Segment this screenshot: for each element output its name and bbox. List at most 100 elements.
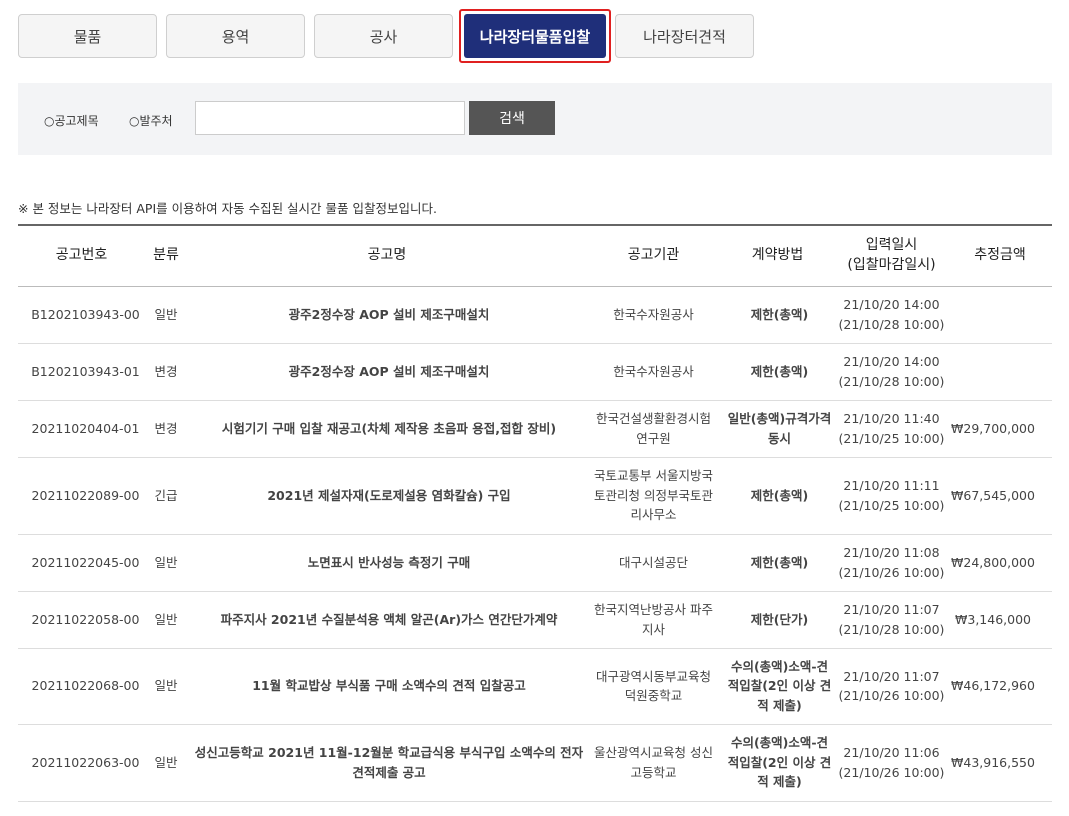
cell-title-link[interactable]: 파주지사 2021년 수질분석용 액체 알곤(Ar)가스 연간단가계약 — [187, 591, 587, 649]
cell-close-date: (21/10/26 10:00) — [838, 564, 945, 580]
cell-close-date: (21/10/28 10:00) — [838, 316, 945, 332]
cell-type: 일반 — [145, 534, 187, 592]
tab-narajangteo-quote[interactable]: 나라장터견적 — [615, 14, 754, 58]
header-price: 추정금액 — [948, 224, 1052, 287]
header-date-close: (입찰마감일시) — [847, 256, 936, 273]
cell-org-line: 한국지역난방공사 파주 — [594, 602, 713, 618]
cell-price: ₩24,800,000 — [948, 534, 1052, 592]
cell-title-link[interactable]: 광주2정수장 AOP 설비 제조구매설치 — [187, 286, 587, 344]
cell-title-link[interactable]: 광주2정수장 AOP 설비 제조구매설치 — [187, 343, 587, 401]
cell-title-link[interactable]: 11월 학교밥상 부식품 구매 소액수의 견적 입찰공고 — [187, 648, 587, 725]
cell-method-line: 적 제출) — [757, 774, 802, 790]
cell-method-line: 수의(총액)소액-견 — [730, 735, 829, 751]
cell-method-line: 일반(총액)규격가격 — [727, 411, 832, 427]
cell-org: 한국수자원공사 — [587, 343, 720, 401]
cell-method-line: 제한(총액) — [750, 306, 809, 322]
cell-price: ₩43,916,550 — [948, 724, 1052, 802]
cell-method-line: 적입찰(2인 이상 견 — [727, 678, 832, 694]
cell-org-line: 국토교통부 서울지방국 — [594, 468, 713, 484]
notice-text: ※ 본 정보는 나라장터 API를 이용하여 자동 수집된 실시간 물품 입찰정… — [18, 201, 437, 216]
tab-narajangteo-goods-bid-label: 나라장터물품입찰 — [464, 14, 606, 58]
cell-method: 수의(총액)소액-견 적입찰(2인 이상 견적 제출) — [720, 648, 835, 725]
cell-notice-no: 20211022089-00 — [18, 457, 145, 535]
search-panel: ○공고제목 ○발주처 검색 — [18, 83, 1052, 155]
radio-org[interactable]: ○발주처 — [129, 112, 173, 129]
bid-table: 공고번호 분류 공고명 공고기관 계약방법 입력일시 (입찰마감일시) 추정금액… — [18, 224, 1052, 802]
cell-type: 변경 — [145, 343, 187, 401]
cell-date: 21/10/20 14:00 (21/10/28 10:00) — [835, 286, 948, 344]
cell-org: 한국건설생활환경시험 연구원 — [587, 400, 720, 458]
cell-notice-no: B1202103943-00 — [18, 286, 145, 344]
cell-type: 일반 — [145, 724, 187, 802]
cell-org-line: 고등학교 — [630, 764, 677, 780]
cell-date: 21/10/20 11:08 (21/10/26 10:00) — [835, 534, 948, 592]
cell-method-line: 제한(총액) — [750, 554, 809, 570]
table-row[interactable]: 20211022089-00 긴급 2021년 제설자재(도로제설용 염화칼슘) 구… — [18, 457, 1052, 535]
cell-close-date: (21/10/28 10:00) — [838, 621, 945, 637]
cell-date: 21/10/20 11:06 (21/10/26 10:00) — [835, 724, 948, 802]
cell-notice-no: 20211022045-00 — [18, 534, 145, 592]
cell-close-date: (21/10/25 10:00) — [838, 430, 945, 446]
table-row[interactable]: B1202103943-01 변경 광주2정수장 AOP 설비 제조구매설치 한국수자… — [18, 343, 1052, 401]
table-row[interactable]: 20211022045-00 일반 노면표시 반사성능 측정기 구매 대구시설공단 제한… — [18, 534, 1052, 592]
header-no: 공고번호 — [18, 224, 145, 287]
cell-close-date: (21/10/26 10:00) — [838, 688, 945, 703]
cell-org-line: 연구원 — [636, 430, 671, 446]
tab-narajangteo-goods-bid[interactable]: 나라장터물품입찰 — [459, 9, 611, 63]
cell-method-line: 제한(총액) — [750, 363, 809, 379]
cell-org-line: 덕원중학교 — [624, 688, 683, 703]
table-header-row: 공고번호 분류 공고명 공고기관 계약방법 입력일시 (입찰마감일시) 추정금액 — [18, 224, 1052, 287]
cell-type: 긴급 — [145, 457, 187, 535]
cell-title-link[interactable]: 노면표시 반사성능 측정기 구매 — [187, 534, 587, 592]
cell-method-line: 적 제출) — [757, 697, 802, 713]
cell-date: 21/10/20 11:07 (21/10/28 10:00) — [835, 591, 948, 649]
header-date: 입력일시 (입찰마감일시) — [835, 224, 948, 287]
radio-title-label: ○공고제목 — [44, 114, 99, 128]
cell-input-date: 21/10/20 11:11 — [843, 478, 940, 494]
cell-type: 일반 — [145, 591, 187, 649]
cell-title-link[interactable]: 성신고등학교 2021년 11월-12월분 학교급식용 부식구입 소액수의 전자… — [187, 724, 587, 802]
table-row[interactable]: 20211022068-00 일반 11월 학교밥상 부식품 구매 소액수의 견적 … — [18, 648, 1052, 725]
cell-type: 일반 — [145, 648, 187, 725]
table-row[interactable]: 20211022063-00 일반 성신고등학교 2021년 11월-12월분 학교… — [18, 724, 1052, 802]
cell-title-link[interactable]: 2021년 제설자재(도로제설용 염화칼슘) 구입 — [187, 457, 587, 535]
cell-notice-no: 20211022068-00 — [18, 648, 145, 725]
cell-org-line: 대구광역시동부교육청 — [595, 668, 711, 684]
radio-org-label: ○발주처 — [129, 114, 173, 128]
cell-notice-no: 20211022063-00 — [18, 724, 145, 802]
cell-type: 일반 — [145, 286, 187, 344]
cell-org-line: 울산광역시교육청 성신 — [594, 745, 713, 761]
cell-org: 대구시설공단 — [587, 534, 720, 592]
cell-date: 21/10/20 14:00 (21/10/28 10:00) — [835, 343, 948, 401]
cell-price: ₩29,700,000 — [948, 400, 1052, 458]
cell-close-date: (21/10/28 10:00) — [838, 373, 945, 389]
cell-org-line: 리사무소 — [630, 507, 677, 523]
cell-method: 수의(총액)소액-견 적입찰(2인 이상 견적 제출) — [720, 724, 835, 802]
cell-org: 대구광역시동부교육청덕원중학교 — [587, 648, 720, 725]
cell-org: 한국수자원공사 — [587, 286, 720, 344]
table-row[interactable]: B1202103943-00 일반 광주2정수장 AOP 설비 제조구매설치 한국수자… — [18, 286, 1052, 344]
cell-method-line: 제한(단가) — [750, 611, 809, 627]
cell-price: ₩3,146,000 — [948, 591, 1052, 649]
cell-method: 제한(총액) — [720, 286, 835, 344]
cell-close-date: (21/10/25 10:00) — [838, 497, 945, 513]
cell-notice-no: 20211022058-00 — [18, 591, 145, 649]
cell-org: 울산광역시교육청 성신고등학교 — [587, 724, 720, 802]
tab-construction[interactable]: 공사 — [314, 14, 453, 58]
cell-input-date: 21/10/20 11:07 — [843, 602, 940, 618]
tab-goods[interactable]: 물품 — [18, 14, 157, 58]
cell-org-line: 대구시설공단 — [618, 554, 688, 570]
cell-price — [948, 343, 1052, 401]
category-tabs: 물품 용역 공사 나라장터물품입찰 나라장터견적 — [18, 9, 763, 63]
search-input[interactable] — [195, 101, 465, 135]
tab-services[interactable]: 용역 — [166, 14, 305, 58]
table-row[interactable]: 20211022058-00 일반 파주지사 2021년 수질분석용 액체 알곤(A… — [18, 591, 1052, 649]
cell-method: 제한(총액) — [720, 534, 835, 592]
table-row[interactable]: 20211020404-01 변경 시험기기 구매 입찰 재공고(차체 제작용 초음… — [18, 400, 1052, 458]
header-date-input: 입력일시 — [865, 237, 918, 254]
search-button[interactable]: 검색 — [469, 101, 555, 135]
radio-title[interactable]: ○공고제목 — [44, 112, 99, 129]
cell-org-line: 토관리청 의정부국토관 — [594, 487, 713, 503]
cell-title-link[interactable]: 시험기기 구매 입찰 재공고(차체 제작용 초음파 용접,접합 장비) — [187, 400, 587, 458]
cell-org-line: 한국수자원공사 — [613, 306, 694, 322]
